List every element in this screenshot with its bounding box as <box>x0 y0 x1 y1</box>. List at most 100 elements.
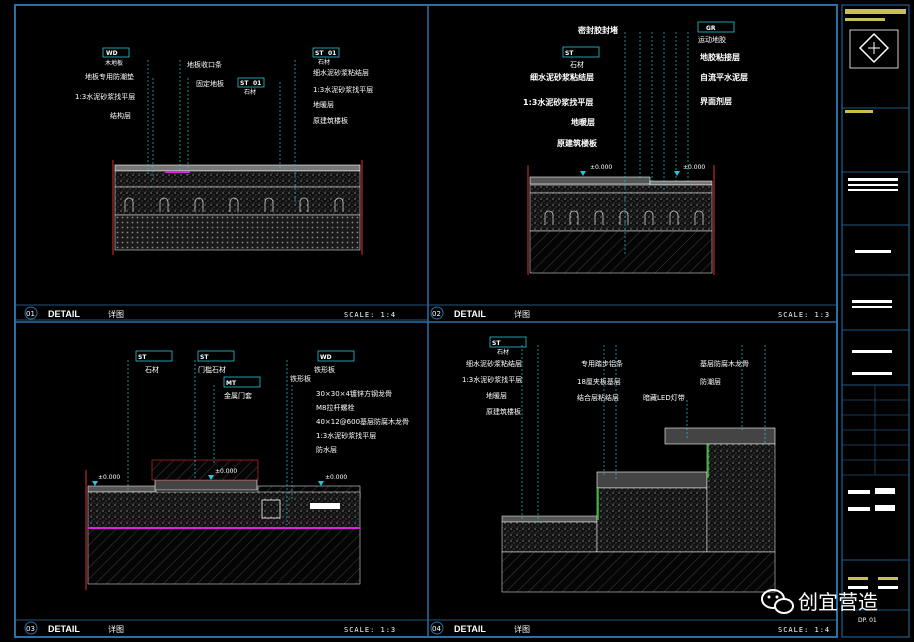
p4-label-right-0: 基层防腐木龙骨 <box>700 359 749 368</box>
p3-subtitle: 详图 <box>108 624 124 634</box>
p2-slab <box>529 230 713 274</box>
p4-number: 04 <box>432 625 441 633</box>
p3-level-marker-c <box>318 481 324 486</box>
p2-title: DETAIL <box>454 309 486 319</box>
cad-drawing-sheet: WD 木地板 ST 01 石材 ST 01 石材 地板专用防潮垫 1:3水泥砂浆… <box>14 4 910 638</box>
p1-tag-wd: WD 木地板 <box>102 47 130 67</box>
p2-tag-st: ST <box>562 46 600 58</box>
p1-label-right-1: 1:3水泥砂浆找平层 <box>313 85 373 94</box>
p3-level-a: ±0.000 <box>98 474 120 481</box>
p4-lower-stone <box>501 515 598 523</box>
p3-slab <box>87 527 361 585</box>
svg-text:ST: ST <box>492 340 501 347</box>
panel-01: WD 木地板 ST 01 石材 ST 01 石材 地板专用防潮垫 1:3水泥砂浆… <box>15 47 428 321</box>
p2-label-right-0: 运动地胶 <box>698 35 726 44</box>
p1-label-mid-0: 地板收口条 <box>187 60 222 69</box>
p3-title: DETAIL <box>48 624 80 634</box>
p1-label-right-3: 原建筑楼板 <box>313 116 348 125</box>
p3-tag-mt: MT 金属门套 <box>223 376 261 400</box>
p1-label-left-1: 1:3水泥砂浆找平层 <box>75 92 135 101</box>
p4-riser-1 <box>596 487 708 553</box>
p1-tag-st-a: ST 01 石材 <box>237 77 265 96</box>
p4-label-left-2: 地暖层 <box>486 391 507 400</box>
svg-text:石材: 石材 <box>145 365 159 374</box>
p3-label-right-4: 1:3水泥砂浆找平层 <box>316 431 376 440</box>
p4-label-left-0: 细水泥砂浆粘结层 <box>466 359 522 368</box>
svg-text:01: 01 <box>328 50 336 57</box>
drawing-number: DP. 01 <box>858 617 877 624</box>
p1-tag-st-b: ST 01 石材 <box>312 47 340 66</box>
svg-text:铁形板: 铁形板 <box>314 365 335 374</box>
svg-text:石材: 石材 <box>244 88 256 96</box>
p4-label-right-1: 防潮层 <box>700 377 721 386</box>
p2-label-left-5: 原建筑楼板 <box>557 138 598 148</box>
p3-label-right-0: 铁形板 <box>290 374 311 383</box>
p4-title-bar: 04 DETAIL 详图 SCALE: 1:4 <box>428 619 837 635</box>
p2-tag-gr: GR <box>697 21 735 33</box>
p3-level-b: ±0.000 <box>215 468 237 475</box>
p2-scale: SCALE: 1:3 <box>778 311 830 319</box>
svg-text:MT: MT <box>226 380 237 387</box>
p1-floor-finish <box>114 164 361 172</box>
p1-title: DETAIL <box>48 309 80 319</box>
p1-scale: SCALE: 1:4 <box>344 311 396 319</box>
p3-level-marker-a <box>92 481 98 486</box>
watermark-text: 创宜营造 <box>798 590 878 614</box>
p1-tag-code: WD <box>106 50 118 57</box>
p4-label-left-3: 原建筑楼板 <box>486 407 521 416</box>
p4-label-left-1: 1:3水泥砂浆找平层 <box>462 375 522 384</box>
panel-02: ±0.000 ±0.000 ST GR 密封胶封堵 石材 细水泥砂浆粘结层 1:… <box>428 21 837 320</box>
svg-text:石材: 石材 <box>497 348 509 356</box>
p1-subtitle: 详图 <box>108 309 124 319</box>
p1-slab <box>114 214 361 251</box>
p2-level-marker-a <box>580 171 586 176</box>
p3-door-frame <box>151 459 259 481</box>
p4-label-mid-3: 暗藏LED灯带 <box>643 393 685 402</box>
p3-title-bar: 03 DETAIL 详图 SCALE: 1:3 <box>15 619 428 635</box>
p1-screed <box>114 170 361 188</box>
wechat-watermark: 创宜营造 <box>761 589 878 614</box>
p2-label-left-0: 密封胶封堵 <box>577 25 618 35</box>
company-logo <box>849 29 899 69</box>
p2-subtitle: 详图 <box>514 309 530 319</box>
p1-title-bar: 01 DETAIL 详图 SCALE: 1:4 <box>15 304 428 321</box>
p2-screed <box>529 184 713 194</box>
svg-text:WD: WD <box>320 354 332 361</box>
p4-slab <box>501 551 776 593</box>
p4-step-2 <box>664 427 776 445</box>
p1-label-right-0: 细水泥砂浆粘结层 <box>313 68 369 77</box>
p4-label-mid-2: 结合层粘结层 <box>577 393 619 402</box>
p1-number: 01 <box>26 310 35 318</box>
p3-label-right-3: 40×12@600基层防腐木龙骨 <box>316 417 409 426</box>
p4-label-mid-1: 18厘夹板基层 <box>577 377 621 386</box>
title-block: DP. 01 <box>841 4 910 638</box>
p3-tag-wd: WD 铁形板 <box>314 350 355 374</box>
p3-threshold <box>154 479 258 491</box>
p2-label-right-3: 界面剂层 <box>700 96 732 106</box>
p3-tag-st-a: ST 石材 <box>135 350 173 374</box>
svg-text:ST: ST <box>315 50 324 57</box>
p2-rubber <box>649 180 713 186</box>
p2-level-marker-b <box>674 171 680 176</box>
p2-label-left-3: 1:3水泥砂浆找平层 <box>523 97 593 107</box>
p3-wood-joist <box>310 503 340 509</box>
p3-scale: SCALE: 1:3 <box>344 626 396 634</box>
svg-text:ST: ST <box>240 80 249 87</box>
p4-tag-st: ST 石材 <box>489 336 527 356</box>
p2-level-b: ±0.000 <box>683 164 705 171</box>
svg-text:ST: ST <box>138 354 147 361</box>
p2-label-right-2: 自流平水泥层 <box>700 72 748 82</box>
svg-text:金属门套: 金属门套 <box>224 391 252 400</box>
p3-label-right-5: 防水层 <box>316 445 337 454</box>
p1-label-left-2: 结构层 <box>110 111 131 120</box>
p2-number: 02 <box>432 310 441 318</box>
p3-label-right-1: 30×30×4镀锌方钢龙骨 <box>316 389 392 398</box>
wechat-icon <box>761 589 794 614</box>
svg-text:GR: GR <box>706 25 716 32</box>
p4-scale: SCALE: 1:4 <box>778 626 830 634</box>
svg-text:ST: ST <box>200 354 209 361</box>
p4-lower-screed <box>501 521 598 553</box>
p1-heating-layer <box>114 186 361 216</box>
p1-label-mid-1: 固定地板 <box>196 79 224 88</box>
p4-subtitle: 详图 <box>514 624 530 634</box>
